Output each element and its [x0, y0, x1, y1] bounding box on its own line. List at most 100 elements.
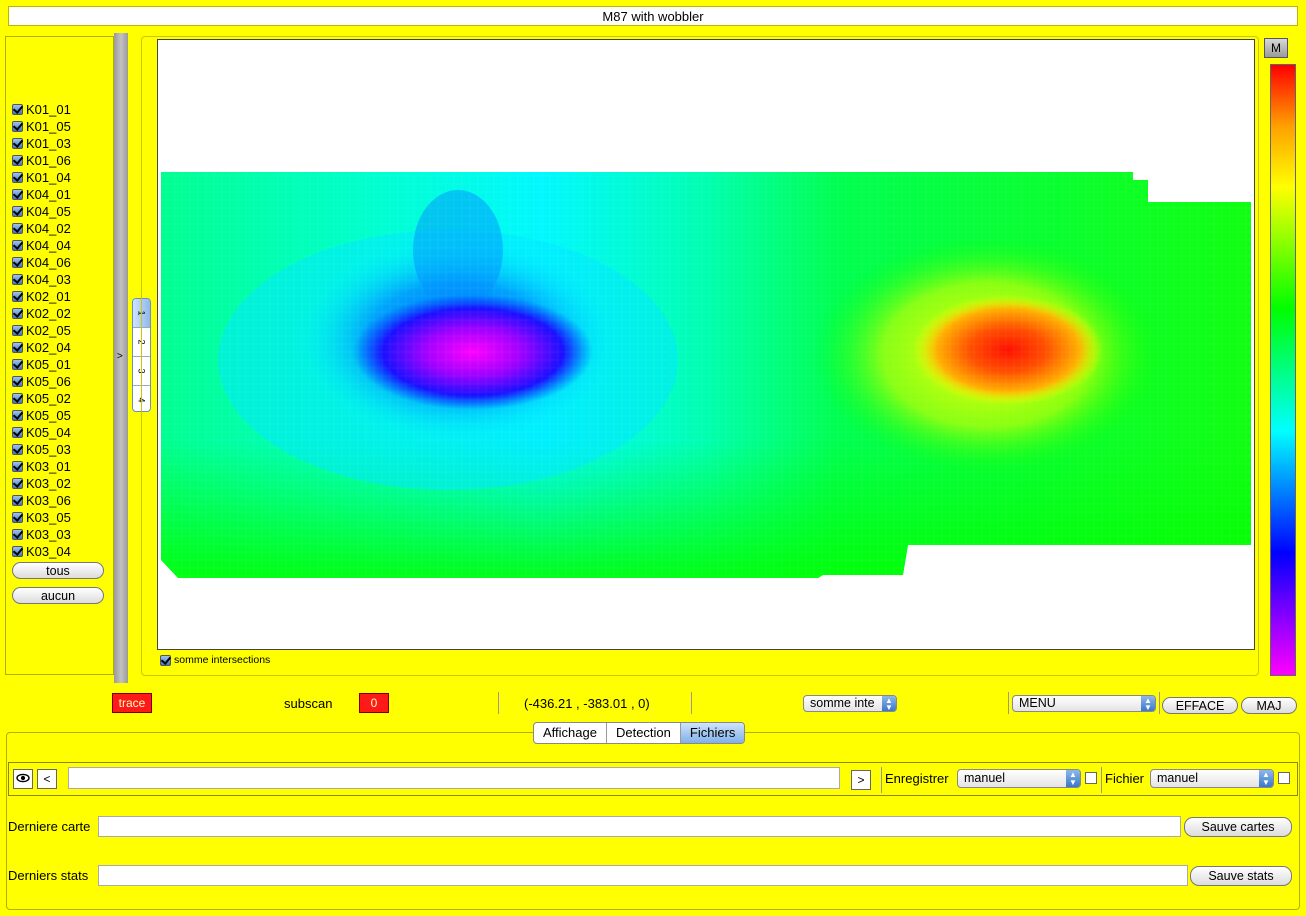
last-map-label: Derniere carte [8, 819, 91, 834]
channel-item[interactable]: K04_02 [12, 220, 71, 237]
intensity-map[interactable] [157, 39, 1255, 650]
eye-icon-graphic [16, 773, 30, 783]
save-mode-select[interactable]: manuel ▲ ▼ [957, 769, 1081, 788]
channel-checkbox[interactable] [12, 240, 23, 251]
file-mode-checkbox[interactable] [1278, 772, 1290, 784]
channel-checkbox[interactable] [12, 206, 23, 217]
select-none-button[interactable]: aucun [12, 587, 104, 604]
channel-item[interactable]: K01_05 [12, 118, 71, 135]
channel-checkbox[interactable] [12, 155, 23, 166]
channel-checkbox[interactable] [12, 529, 23, 540]
last-stats-field[interactable] [98, 865, 1188, 886]
next-button[interactable]: > [851, 770, 871, 790]
channel-item[interactable]: K05_05 [12, 407, 71, 424]
channel-item[interactable]: K05_04 [12, 424, 71, 441]
channel-label: K04_04 [26, 238, 71, 253]
save-mode-label: Enregistrer [885, 771, 949, 786]
channel-label: K05_05 [26, 408, 71, 423]
channel-item[interactable]: K02_01 [12, 288, 71, 305]
channel-item[interactable]: K01_01 [12, 101, 71, 118]
update-button[interactable]: MAJ [1241, 697, 1297, 714]
channel-label: K01_01 [26, 102, 71, 117]
channel-item[interactable]: K04_05 [12, 203, 71, 220]
channel-checkbox[interactable] [12, 291, 23, 302]
channel-item[interactable]: K03_05 [12, 509, 71, 526]
channel-checkbox[interactable] [12, 189, 23, 200]
channel-checkbox[interactable] [12, 427, 23, 438]
collapse-arrow-icon[interactable]: > [117, 351, 123, 362]
save-maps-button[interactable]: Sauve cartes [1184, 817, 1292, 837]
channel-checkbox[interactable] [12, 325, 23, 336]
channel-label: K04_06 [26, 255, 71, 270]
channel-item[interactable]: K01_06 [12, 152, 71, 169]
channel-label: K05_06 [26, 374, 71, 389]
file-path-input[interactable] [68, 767, 840, 789]
channel-checkbox[interactable] [12, 308, 23, 319]
subscan-label: subscan [284, 696, 333, 711]
file-mode-select[interactable]: manuel ▲ ▼ [1150, 769, 1274, 788]
channel-item[interactable]: K02_04 [12, 339, 71, 356]
cursor-coordinates: (-436.21 , -383.01 , 0) [524, 696, 650, 711]
channel-checkbox[interactable] [12, 172, 23, 183]
sum-intersections-toggle[interactable]: somme intersections [160, 654, 270, 666]
channel-checkbox[interactable] [12, 274, 23, 285]
channel-panel-collapse-bar[interactable]: > [114, 33, 128, 683]
channel-checkbox[interactable] [12, 393, 23, 404]
channel-checkbox[interactable] [12, 138, 23, 149]
channel-item[interactable]: K03_03 [12, 526, 71, 543]
select-all-button[interactable]: tous [12, 562, 104, 579]
channel-label: K04_03 [26, 272, 71, 287]
colorbar-mode-button[interactable]: M [1264, 38, 1288, 58]
channel-item[interactable]: K04_01 [12, 186, 71, 203]
tab-detection[interactable]: Detection [607, 723, 681, 743]
channel-checkbox[interactable] [12, 223, 23, 234]
channel-checkbox[interactable] [12, 376, 23, 387]
channel-label: K03_04 [26, 544, 71, 559]
channel-checkbox[interactable] [12, 461, 23, 472]
channel-label: K05_01 [26, 357, 71, 372]
channel-checkbox[interactable] [12, 512, 23, 523]
channel-item[interactable]: K03_01 [12, 458, 71, 475]
save-stats-button[interactable]: Sauve stats [1190, 866, 1292, 886]
colorbar [1270, 64, 1296, 676]
channel-item[interactable]: K03_04 [12, 543, 71, 560]
channel-checkbox[interactable] [12, 257, 23, 268]
channel-checkbox[interactable] [12, 444, 23, 455]
trace-button[interactable]: trace [112, 693, 152, 713]
channel-item[interactable]: K05_03 [12, 441, 71, 458]
channel-label: K04_01 [26, 187, 71, 202]
save-mode-checkbox[interactable] [1085, 772, 1097, 784]
tab-fichiers[interactable]: Fichiers [680, 723, 745, 743]
channel-label: K01_05 [26, 119, 71, 134]
channel-checkbox[interactable] [12, 478, 23, 489]
channel-checkbox[interactable] [12, 410, 23, 421]
channel-item[interactable]: K04_06 [12, 254, 71, 271]
channel-item[interactable]: K01_03 [12, 135, 71, 152]
erase-button[interactable]: EFFACE [1162, 697, 1238, 714]
channel-item[interactable]: K05_01 [12, 356, 71, 373]
channel-checkbox[interactable] [12, 359, 23, 370]
menu-select[interactable]: MENU ▲ ▼ [1012, 695, 1156, 712]
channel-item[interactable]: K05_02 [12, 390, 71, 407]
tab-affichage[interactable]: Affichage [534, 723, 607, 743]
channel-item[interactable]: K03_06 [12, 492, 71, 509]
channel-item[interactable]: K02_05 [12, 322, 71, 339]
last-map-field[interactable] [98, 816, 1181, 837]
sum-mode-select[interactable]: somme inte ▲ ▼ [803, 695, 897, 712]
eye-icon[interactable] [13, 769, 33, 789]
channel-label: K03_02 [26, 476, 71, 491]
channel-item[interactable]: K04_03 [12, 271, 71, 288]
channel-checkbox[interactable] [12, 546, 23, 557]
channel-item[interactable]: K04_04 [12, 237, 71, 254]
channel-item[interactable]: K01_04 [12, 169, 71, 186]
channel-checkbox[interactable] [12, 495, 23, 506]
previous-button[interactable]: < [37, 769, 57, 789]
channel-checkbox[interactable] [12, 342, 23, 353]
channel-item[interactable]: K05_06 [12, 373, 71, 390]
channel-checkbox[interactable] [12, 104, 23, 115]
channel-item[interactable]: K03_02 [12, 475, 71, 492]
channel-checkbox[interactable] [12, 121, 23, 132]
channel-item[interactable]: K02_02 [12, 305, 71, 322]
sum-intersections-checkbox[interactable] [160, 654, 171, 666]
intensity-map-canvas[interactable] [158, 40, 1254, 649]
